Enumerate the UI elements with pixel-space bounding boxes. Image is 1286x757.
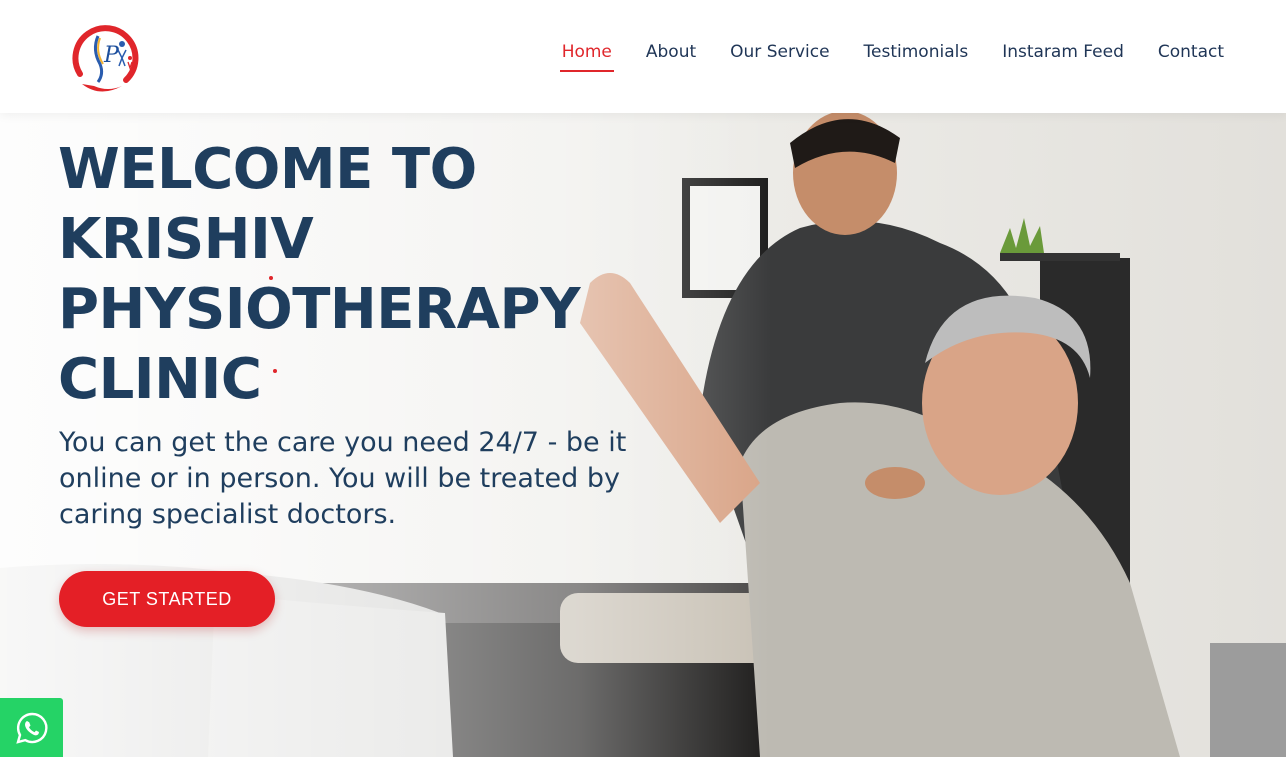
site-header: P Home About Our Service Testimonials In… xyxy=(0,0,1286,113)
nav-about[interactable]: About xyxy=(644,42,698,72)
nav-testimonials[interactable]: Testimonials xyxy=(862,42,971,72)
clinic-logo[interactable]: P xyxy=(60,14,146,100)
hero-title-line-1: WELCOME TO xyxy=(58,137,477,202)
nav-instagram-feed[interactable]: Instaram Feed xyxy=(1000,42,1126,72)
decorative-dot xyxy=(269,276,273,280)
nav-our-service[interactable]: Our Service xyxy=(728,42,831,72)
hero-description: You can get the care you need 24/7 - be … xyxy=(59,427,627,530)
hero-title: WELCOME TO KRISHIV PHYSIOTHERAPY CLINIC xyxy=(58,135,618,415)
decorative-dot xyxy=(273,369,277,373)
whatsapp-icon xyxy=(15,712,47,744)
get-started-button[interactable]: GET STARTED xyxy=(59,571,275,627)
nav-home[interactable]: Home xyxy=(559,42,615,72)
main-nav: Home About Our Service Testimonials Inst… xyxy=(559,42,1226,72)
whatsapp-button[interactable] xyxy=(0,698,63,757)
hero-title-line-3: PHYSIOTHERAPY xyxy=(58,277,581,342)
hero-title-line-2: KRISHIV xyxy=(58,207,314,272)
nav-contact[interactable]: Contact xyxy=(1156,42,1226,72)
hero-title-line-4: CLINIC xyxy=(58,347,262,412)
svg-text:P: P xyxy=(103,43,120,68)
hero-section: WELCOME TO KRISHIV PHYSIOTHERAPY CLINIC … xyxy=(0,113,1286,757)
